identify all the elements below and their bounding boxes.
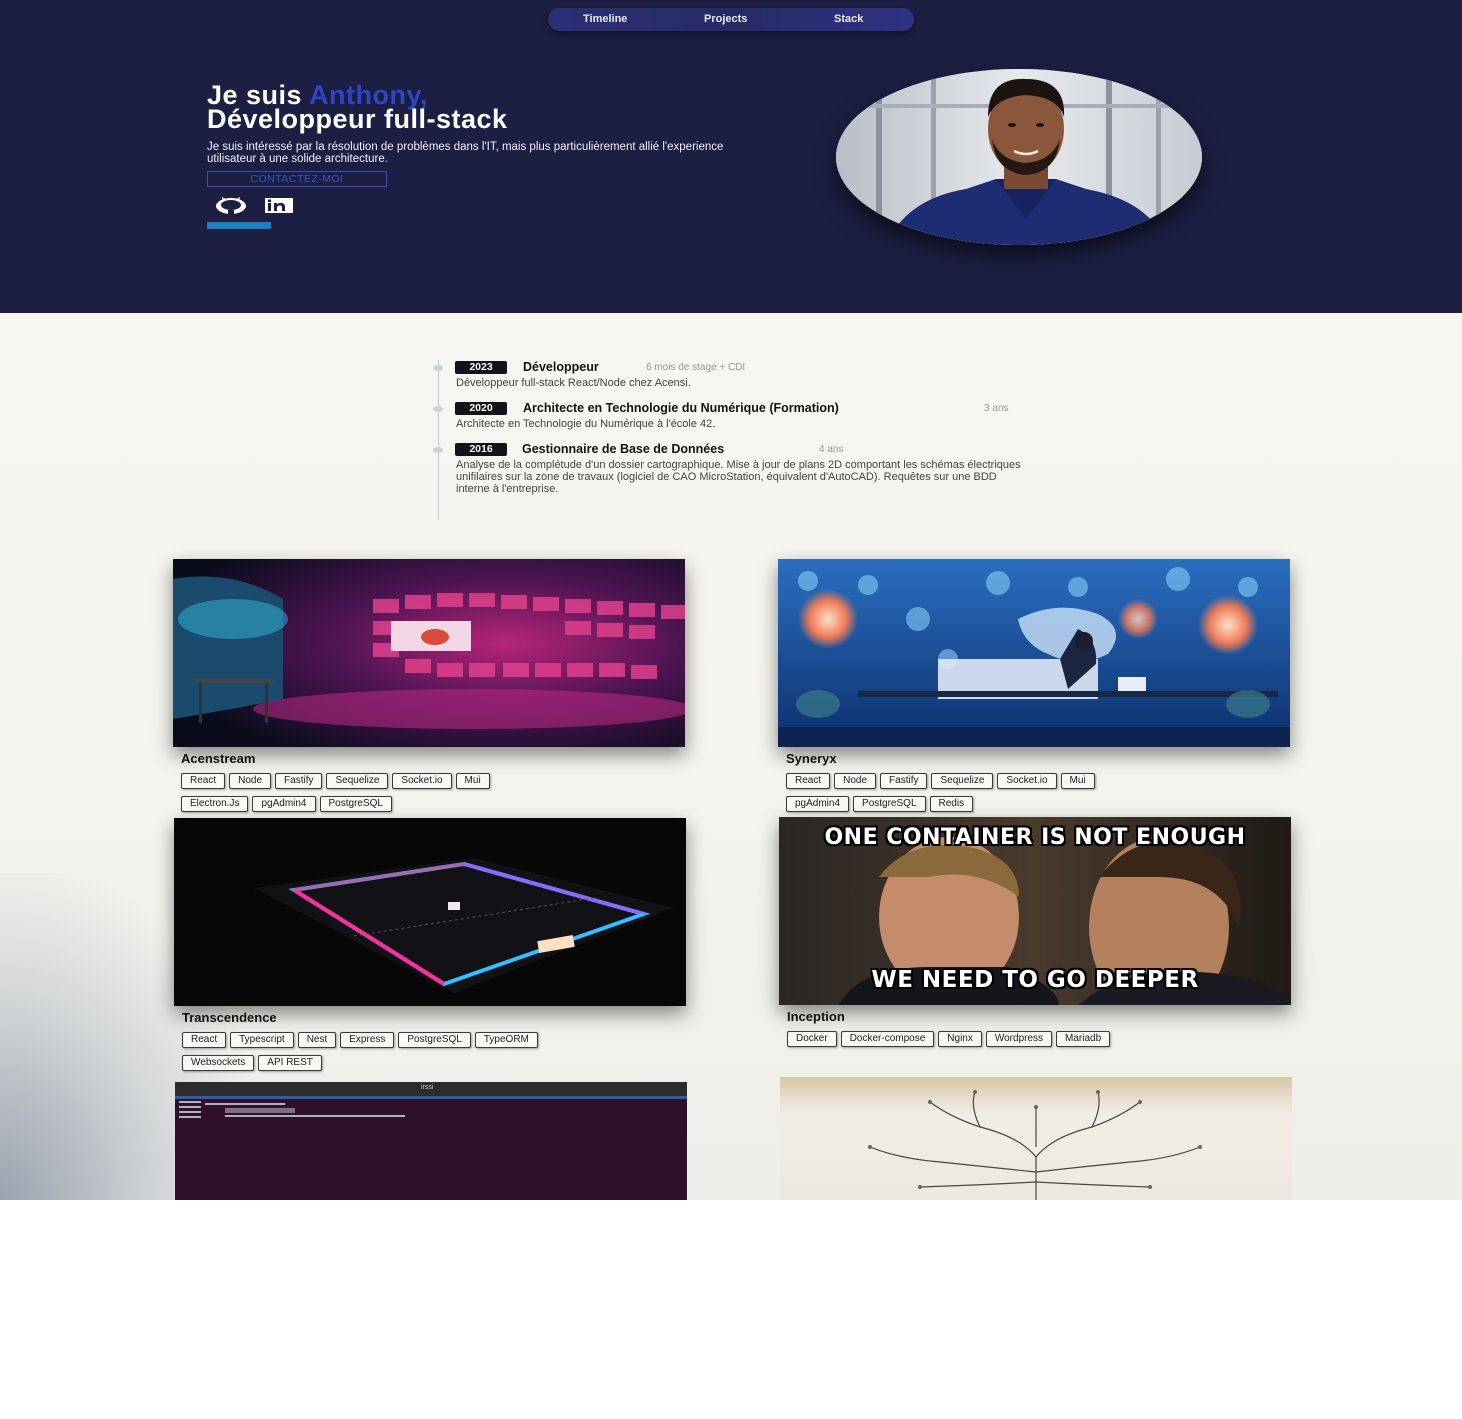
timeline-title: Gestionnaire de Base de Données [522,442,725,456]
tag-list: Docker Docker-compose Nginx Wordpress Mariad… [787,1028,1287,1051]
tag: Docker [787,1031,837,1047]
timeline-description: Architecte en Technologie du Numérique à… [456,418,716,430]
tag: Sequelize [931,773,994,789]
tag: PostgreSQL [398,1032,471,1048]
tag: pgAdmin4 [786,796,850,812]
project-title: Inception [787,1009,845,1024]
tag: Express [340,1032,395,1048]
tag: Mui [455,773,490,789]
timeline-line [438,360,439,520]
timeline-year: 2023 [455,361,507,374]
timeline-year: 2016 [455,443,507,456]
project-image[interactable]: irssi [175,1082,687,1200]
tag: React [786,773,831,789]
timeline-description: Analyse de la complétude d'un dossier ca… [456,459,1021,495]
top-nav: Timeline Projects Stack [548,8,914,31]
project-title: Syneryx [786,751,837,766]
hero-role: Développeur full-stack [207,104,508,134]
tag: Nest [297,1032,337,1048]
project-image[interactable] [174,818,686,1006]
tag: pgAdmin4 [252,796,316,812]
tag: React [182,1032,227,1048]
tag: Socket.io [392,773,452,789]
profile-photo [836,69,1202,245]
tag: Electron.Js [181,796,249,812]
project-title: Acenstream [181,751,256,766]
tag: Node [834,773,877,789]
timeline-year: 2020 [455,402,507,415]
tag: TypeORM [474,1032,538,1048]
nav-projects[interactable]: Projects [704,13,747,25]
contact-button[interactable]: CONTACTEZ-MOI [207,171,387,187]
project-title: Transcendence [182,1010,277,1025]
meme-bottom-text: WE NEED TO GO DEEPER [871,967,1199,993]
project-card-irssi: irssi [175,1082,687,1200]
tag: Mariadb [1056,1031,1111,1047]
terminal-titlebar: irssi [175,1082,687,1096]
tag-list: React Node Fastify Sequelize Socket.io Mui Ele… [181,770,681,816]
meme-top-text: ONE CONTAINER IS NOT ENOUGH [824,825,1246,850]
tag: Docker-compose [840,1031,935,1047]
nav-stack[interactable]: Stack [834,13,863,25]
linkedin-icon[interactable] [264,196,294,216]
tag: Nginx [938,1031,982,1047]
project-image[interactable]: ONE CONTAINER IS NOT ENOUGH WE NEED TO G… [779,817,1291,1005]
tag: Fastify [880,773,928,789]
github-icon[interactable] [214,196,246,216]
hero-description: Je suis intéressé par la résolution de p… [207,141,724,165]
tag: Websockets [182,1055,255,1071]
tag: Fastify [275,773,323,789]
tag: Wordpress [985,1031,1053,1047]
timeline-duration: 6 mois de stage + CDI [646,362,746,373]
project-image[interactable] [173,559,685,747]
hero-section: Timeline Projects Stack Je suis Anthony,… [0,0,1462,313]
tag-list: React Node Fastify Sequelize Socket.io Mui pgA… [786,770,1286,816]
project-image[interactable] [778,559,1290,747]
timeline-duration: 4 ans [819,444,844,455]
tag: React [181,773,226,789]
tag: Typescript [230,1032,294,1048]
timeline-title: Développeur [523,360,599,374]
hero-accent-bar [207,222,271,229]
hero-title: Je suis Anthony, Développeur full-stack [207,82,508,134]
timeline-dot [433,406,443,412]
tag-list: React Typescript Nest Express PostgreSQL Type… [182,1029,682,1075]
timeline-description: Développeur full-stack React/Node chez A… [456,377,691,389]
tag: Redis [929,796,974,812]
tag: API REST [258,1055,322,1071]
timeline-duration: 3 ans [984,403,1009,414]
nav-timeline[interactable]: Timeline [583,13,627,25]
tag: PostgreSQL [319,796,392,812]
tag: Socket.io [997,773,1057,789]
timeline-title: Architecte en Technologie du Numérique (… [523,401,839,415]
terminal-title: irssi [421,1084,434,1091]
tag: PostgreSQL [853,796,926,812]
project-image[interactable] [780,1077,1292,1200]
tag: Sequelize [326,773,389,789]
timeline-dot [433,365,443,371]
project-card-tree [780,1077,1292,1200]
terminal-body [175,1099,687,1200]
tag: Mui [1060,773,1095,789]
tag: Node [229,773,272,789]
timeline-dot [433,447,443,453]
